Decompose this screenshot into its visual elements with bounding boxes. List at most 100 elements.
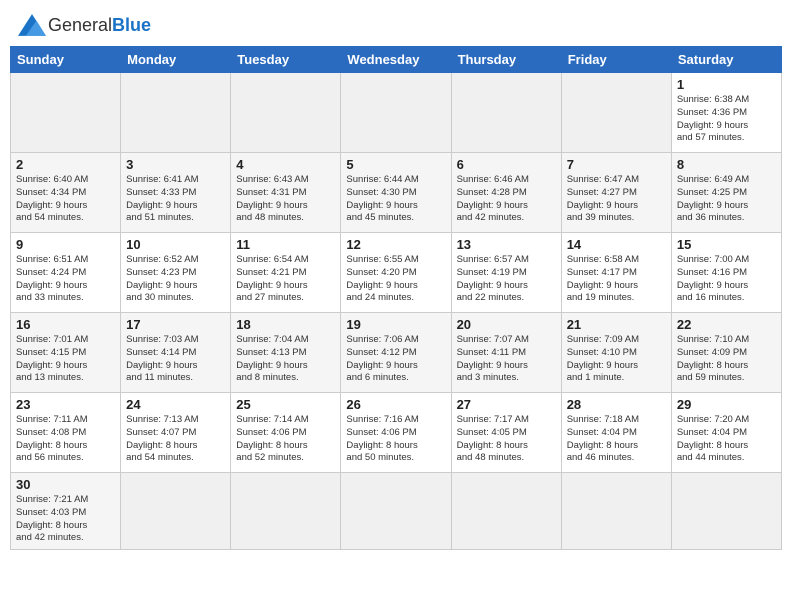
weekday-header-monday: Monday bbox=[121, 47, 231, 73]
week-row-2: 2Sunrise: 6:40 AM Sunset: 4:34 PM Daylig… bbox=[11, 153, 782, 233]
calendar-cell: 2Sunrise: 6:40 AM Sunset: 4:34 PM Daylig… bbox=[11, 153, 121, 233]
calendar-cell: 5 Sunrise: 6:44 AM Sunset: 4:30 PM Daylig… bbox=[341, 153, 451, 233]
day-number: 9 bbox=[16, 237, 115, 252]
day-info: Sunrise: 6:44 AM Sunset: 4:30 PM Dayligh… bbox=[346, 174, 445, 225]
calendar-cell: 9 Sunrise: 6:51 AM Sunset: 4:24 PM Daylig… bbox=[11, 233, 121, 313]
calendar-cell: 27 Sunrise: 7:17 AM Sunset: 4:05 PM Dayli… bbox=[451, 393, 561, 473]
calendar-cell: 26 Sunrise: 7:16 AM Sunset: 4:06 PM Dayli… bbox=[341, 393, 451, 473]
day-number: 20 bbox=[457, 317, 556, 332]
day-info: Sunrise: 6:47 AM Sunset: 4:27 PM Dayligh… bbox=[567, 174, 666, 225]
calendar-cell: 25 Sunrise: 7:14 AM Sunset: 4:06 PM Dayli… bbox=[231, 393, 341, 473]
calendar-cell: 12Sunrise: 6:55 AM Sunset: 4:20 PM Dayli… bbox=[341, 233, 451, 313]
day-info: Sunrise: 6:41 AM Sunset: 4:33 PM Dayligh… bbox=[126, 174, 225, 225]
weekday-header-friday: Friday bbox=[561, 47, 671, 73]
calendar-cell: 10Sunrise: 6:52 AM Sunset: 4:23 PM Dayli… bbox=[121, 233, 231, 313]
day-info: Sunrise: 6:51 AM Sunset: 4:24 PM Dayligh… bbox=[16, 254, 115, 305]
week-row-5: 23Sunrise: 7:11 AM Sunset: 4:08 PM Dayli… bbox=[11, 393, 782, 473]
day-number: 14 bbox=[567, 237, 666, 252]
weekday-header-saturday: Saturday bbox=[671, 47, 781, 73]
weekday-header-thursday: Thursday bbox=[451, 47, 561, 73]
day-number: 3 bbox=[126, 157, 225, 172]
calendar-cell: 11Sunrise: 6:54 AM Sunset: 4:21 PM Dayli… bbox=[231, 233, 341, 313]
day-info: Sunrise: 6:54 AM Sunset: 4:21 PM Dayligh… bbox=[236, 254, 335, 305]
day-number: 16 bbox=[16, 317, 115, 332]
calendar-cell bbox=[121, 73, 231, 153]
day-number: 29 bbox=[677, 397, 776, 412]
day-info: Sunrise: 6:38 AM Sunset: 4:36 PM Dayligh… bbox=[677, 94, 776, 145]
calendar-cell: 4 Sunrise: 6:43 AM Sunset: 4:31 PM Daylig… bbox=[231, 153, 341, 233]
calendar-cell: 22Sunrise: 7:10 AM Sunset: 4:09 PM Dayli… bbox=[671, 313, 781, 393]
calendar-cell: 1 Sunrise: 6:38 AM Sunset: 4:36 PM Daylig… bbox=[671, 73, 781, 153]
calendar-cell: 28Sunrise: 7:18 AM Sunset: 4:04 PM Dayli… bbox=[561, 393, 671, 473]
logo-icon bbox=[18, 14, 46, 36]
calendar-cell: 19Sunrise: 7:06 AM Sunset: 4:12 PM Dayli… bbox=[341, 313, 451, 393]
day-number: 13 bbox=[457, 237, 556, 252]
calendar-cell: 29 Sunrise: 7:20 AM Sunset: 4:04 PM Dayli… bbox=[671, 393, 781, 473]
weekday-header-wednesday: Wednesday bbox=[341, 47, 451, 73]
logo: GeneralBlue bbox=[18, 14, 151, 36]
calendar-cell bbox=[11, 73, 121, 153]
weekday-header-sunday: Sunday bbox=[11, 47, 121, 73]
day-number: 10 bbox=[126, 237, 225, 252]
calendar-cell bbox=[121, 473, 231, 550]
calendar-cell: 18Sunrise: 7:04 AM Sunset: 4:13 PM Dayli… bbox=[231, 313, 341, 393]
day-number: 1 bbox=[677, 77, 776, 92]
day-info: Sunrise: 6:58 AM Sunset: 4:17 PM Dayligh… bbox=[567, 254, 666, 305]
day-number: 26 bbox=[346, 397, 445, 412]
calendar-cell: 14 Sunrise: 6:58 AM Sunset: 4:17 PM Dayli… bbox=[561, 233, 671, 313]
week-row-4: 16Sunrise: 7:01 AM Sunset: 4:15 PM Dayli… bbox=[11, 313, 782, 393]
day-number: 19 bbox=[346, 317, 445, 332]
day-number: 8 bbox=[677, 157, 776, 172]
week-row-1: 1 Sunrise: 6:38 AM Sunset: 4:36 PM Daylig… bbox=[11, 73, 782, 153]
calendar-cell: 24 Sunrise: 7:13 AM Sunset: 4:07 PM Dayli… bbox=[121, 393, 231, 473]
week-row-3: 9 Sunrise: 6:51 AM Sunset: 4:24 PM Daylig… bbox=[11, 233, 782, 313]
day-number: 25 bbox=[236, 397, 335, 412]
day-info: Sunrise: 7:17 AM Sunset: 4:05 PM Dayligh… bbox=[457, 414, 556, 465]
day-number: 15 bbox=[677, 237, 776, 252]
calendar-cell: 21Sunrise: 7:09 AM Sunset: 4:10 PM Dayli… bbox=[561, 313, 671, 393]
calendar-cell bbox=[231, 473, 341, 550]
day-number: 17 bbox=[126, 317, 225, 332]
day-number: 22 bbox=[677, 317, 776, 332]
calendar-cell: 17 Sunrise: 7:03 AM Sunset: 4:14 PM Dayli… bbox=[121, 313, 231, 393]
calendar-cell bbox=[561, 473, 671, 550]
day-info: Sunrise: 7:14 AM Sunset: 4:06 PM Dayligh… bbox=[236, 414, 335, 465]
calendar-cell: 7 Sunrise: 6:47 AM Sunset: 4:27 PM Daylig… bbox=[561, 153, 671, 233]
calendar-cell: 30 Sunrise: 7:21 AM Sunset: 4:03 PM Dayli… bbox=[11, 473, 121, 550]
day-number: 5 bbox=[346, 157, 445, 172]
calendar-cell bbox=[451, 73, 561, 153]
day-number: 18 bbox=[236, 317, 335, 332]
day-info: Sunrise: 7:21 AM Sunset: 4:03 PM Dayligh… bbox=[16, 494, 115, 545]
calendar-cell: 15 Sunrise: 7:00 AM Sunset: 4:16 PM Dayli… bbox=[671, 233, 781, 313]
calendar-cell bbox=[671, 473, 781, 550]
weekday-header-row: SundayMondayTuesdayWednesdayThursdayFrid… bbox=[11, 47, 782, 73]
calendar-cell: 16Sunrise: 7:01 AM Sunset: 4:15 PM Dayli… bbox=[11, 313, 121, 393]
logo-text: GeneralBlue bbox=[48, 15, 151, 36]
calendar-cell bbox=[561, 73, 671, 153]
day-info: Sunrise: 7:07 AM Sunset: 4:11 PM Dayligh… bbox=[457, 334, 556, 385]
day-number: 27 bbox=[457, 397, 556, 412]
day-info: Sunrise: 7:00 AM Sunset: 4:16 PM Dayligh… bbox=[677, 254, 776, 305]
day-number: 6 bbox=[457, 157, 556, 172]
day-info: Sunrise: 7:03 AM Sunset: 4:14 PM Dayligh… bbox=[126, 334, 225, 385]
day-info: Sunrise: 7:09 AM Sunset: 4:10 PM Dayligh… bbox=[567, 334, 666, 385]
calendar-cell: 6 Sunrise: 6:46 AM Sunset: 4:28 PM Daylig… bbox=[451, 153, 561, 233]
week-row-6: 30 Sunrise: 7:21 AM Sunset: 4:03 PM Dayli… bbox=[11, 473, 782, 550]
calendar-cell bbox=[341, 73, 451, 153]
day-number: 4 bbox=[236, 157, 335, 172]
day-number: 24 bbox=[126, 397, 225, 412]
day-number: 7 bbox=[567, 157, 666, 172]
calendar-cell bbox=[231, 73, 341, 153]
calendar-cell: 23Sunrise: 7:11 AM Sunset: 4:08 PM Dayli… bbox=[11, 393, 121, 473]
day-info: Sunrise: 7:16 AM Sunset: 4:06 PM Dayligh… bbox=[346, 414, 445, 465]
day-info: Sunrise: 7:20 AM Sunset: 4:04 PM Dayligh… bbox=[677, 414, 776, 465]
day-number: 28 bbox=[567, 397, 666, 412]
day-info: Sunrise: 6:43 AM Sunset: 4:31 PM Dayligh… bbox=[236, 174, 335, 225]
weekday-header-tuesday: Tuesday bbox=[231, 47, 341, 73]
day-info: Sunrise: 6:46 AM Sunset: 4:28 PM Dayligh… bbox=[457, 174, 556, 225]
day-info: Sunrise: 6:49 AM Sunset: 4:25 PM Dayligh… bbox=[677, 174, 776, 225]
calendar-cell: 8 Sunrise: 6:49 AM Sunset: 4:25 PM Daylig… bbox=[671, 153, 781, 233]
day-info: Sunrise: 7:13 AM Sunset: 4:07 PM Dayligh… bbox=[126, 414, 225, 465]
calendar-cell: 3 Sunrise: 6:41 AM Sunset: 4:33 PM Daylig… bbox=[121, 153, 231, 233]
day-number: 30 bbox=[16, 477, 115, 492]
